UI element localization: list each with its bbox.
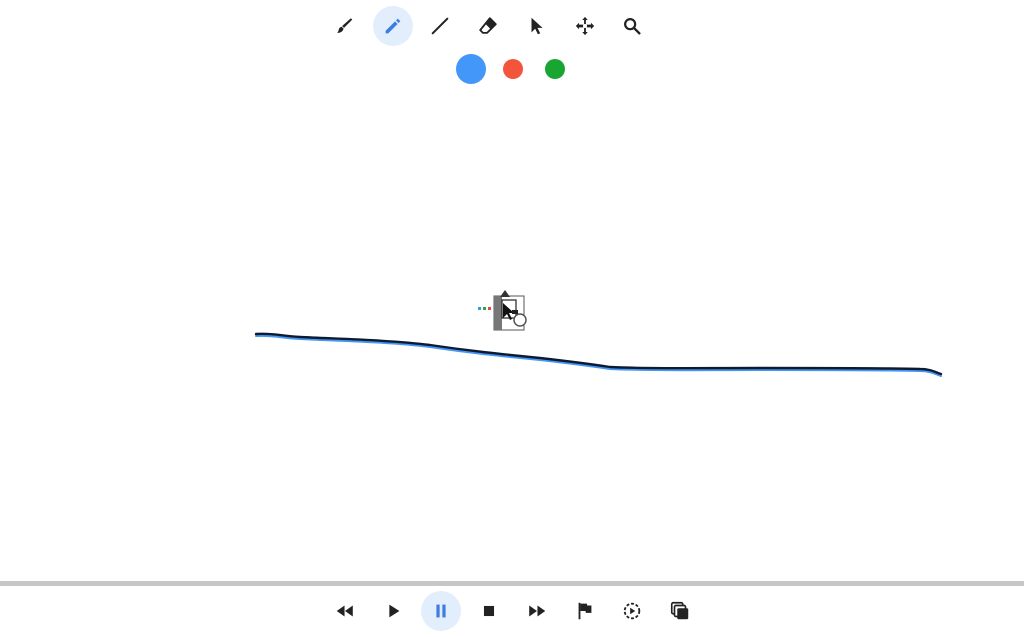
zoom-tool-button[interactable] xyxy=(612,6,652,46)
select-tool-button[interactable] xyxy=(517,6,557,46)
search-icon xyxy=(624,18,641,35)
canvas-drawing-layer xyxy=(254,290,943,377)
pencil-icon xyxy=(385,18,401,34)
line-icon xyxy=(431,17,449,35)
rewind-icon xyxy=(336,605,353,617)
drawn-stroke-highlight xyxy=(255,334,942,377)
timeline-progress-bar[interactable] xyxy=(0,581,1024,586)
pause-button[interactable] xyxy=(421,591,461,631)
cursor-icon xyxy=(531,17,543,35)
move-tool-button[interactable] xyxy=(565,6,605,46)
play-icon xyxy=(389,604,400,618)
layers-button[interactable] xyxy=(660,591,700,631)
flag-icon xyxy=(578,602,592,620)
rewind-button[interactable] xyxy=(325,591,365,631)
replay-button[interactable] xyxy=(612,591,652,631)
stop-icon xyxy=(483,605,495,617)
color-swatch-red[interactable] xyxy=(503,59,523,79)
drawing-toolbar xyxy=(0,6,1024,46)
eraser-icon xyxy=(479,17,497,34)
pencil-tool-button[interactable] xyxy=(373,6,413,46)
replay-icon xyxy=(623,602,641,620)
fast-forward-icon xyxy=(529,605,546,617)
color-swatch-green[interactable] xyxy=(545,59,565,79)
line-tool-button[interactable] xyxy=(420,6,460,46)
color-palette xyxy=(0,54,1024,84)
layers-icon xyxy=(670,601,689,620)
drawing-cursor-icon xyxy=(478,290,527,331)
pause-icon xyxy=(436,604,446,618)
color-swatch-blue[interactable] xyxy=(456,54,486,84)
stop-button[interactable] xyxy=(469,591,509,631)
move-icon xyxy=(575,16,595,36)
drawing-canvas[interactable] xyxy=(0,90,1024,580)
play-button[interactable] xyxy=(373,591,413,631)
eraser-tool-button[interactable] xyxy=(468,6,508,46)
brush-tool-button[interactable] xyxy=(324,6,364,46)
brush-icon xyxy=(337,18,353,33)
playback-controls xyxy=(0,591,1024,631)
flag-button[interactable] xyxy=(565,591,605,631)
fast-forward-button[interactable] xyxy=(517,591,557,631)
